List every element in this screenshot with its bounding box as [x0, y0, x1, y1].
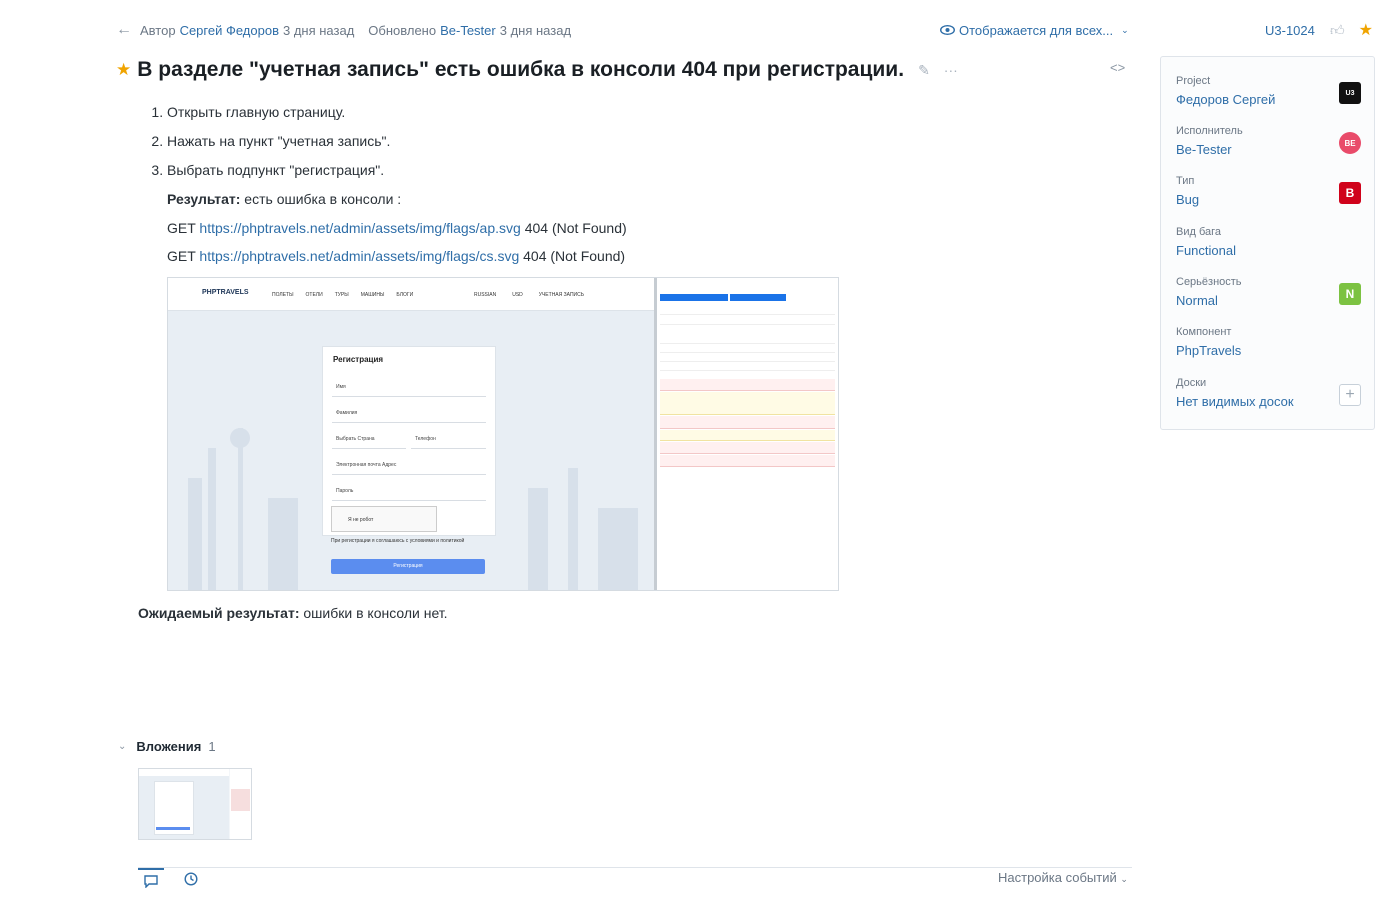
- field-label: Исполнитель: [1176, 125, 1243, 137]
- chevron-down-icon: ⌄: [118, 740, 127, 752]
- field-project: Project Федоров Сергей: [1176, 75, 1366, 107]
- shot-field: Телефон: [411, 429, 486, 449]
- field-value[interactable]: Normal: [1176, 293, 1366, 308]
- field-assignee: Исполнитель Be-Tester: [1176, 125, 1366, 157]
- field-label: Вид бага: [1176, 226, 1222, 238]
- issue-title-row: ★ В разделе "учетная запись" есть ошибка…: [116, 55, 1136, 85]
- issue-description: Открыть главную страницу. Нажать на пунк…: [138, 100, 1138, 635]
- shot-field: Выбрать Страна: [332, 429, 406, 449]
- eye-icon: [940, 25, 955, 35]
- field-label: Доски: [1176, 377, 1207, 389]
- result-label: Результат:: [167, 191, 241, 207]
- add-board-icon[interactable]: +: [1339, 384, 1361, 406]
- chevron-down-icon: ⌄: [1120, 874, 1128, 884]
- field-value[interactable]: Functional: [1176, 243, 1366, 258]
- issue-fields-sidebar: Project Федоров Сергей U3 Исполнитель Be…: [1160, 56, 1375, 430]
- issue-id[interactable]: U3-1024: [1265, 18, 1315, 42]
- updater-link[interactable]: Be-Tester: [440, 23, 496, 38]
- chevron-down-icon: ⌄: [1121, 24, 1129, 35]
- expected-result: Ожидаемый результат: ошибки в консоли не…: [138, 605, 1138, 621]
- type-badge: B: [1339, 182, 1361, 204]
- error-line: GET https://phptravels.net/admin/assets/…: [167, 244, 1138, 273]
- issue-title[interactable]: В разделе "учетная запись" есть ошибка в…: [137, 58, 904, 82]
- step-item: Нажать на пункт "учетная запись".: [167, 129, 1138, 158]
- author-time: 3 дня назад: [282, 22, 355, 38]
- updated-prefix: Обновлено: [368, 22, 437, 38]
- edit-pencil-icon[interactable]: ✎: [918, 62, 930, 79]
- shot-form-title: Регистрация: [333, 354, 384, 364]
- field-value[interactable]: Федоров Сергей: [1176, 92, 1366, 107]
- field-value[interactable]: Bug: [1176, 192, 1366, 207]
- star-icon[interactable]: ★: [116, 60, 131, 80]
- expected-text: ошибки в консоли нет.: [299, 604, 448, 621]
- expected-label: Ожидаемый результат:: [138, 604, 300, 621]
- result-text: есть ошибка в консоли :: [240, 191, 402, 207]
- event-settings-dropdown[interactable]: Настройка событий ⌄: [998, 870, 1128, 885]
- attachments-header[interactable]: ⌄ Вложения 1: [118, 736, 216, 756]
- result-line: Результат: есть ошибка в консоли :: [167, 187, 1138, 216]
- error-method: GET: [167, 248, 200, 264]
- shot-submit: Регистрация: [331, 558, 485, 574]
- error-method: GET: [167, 219, 200, 236]
- severity-badge: N: [1339, 283, 1361, 305]
- field-value[interactable]: Be-Tester: [1176, 142, 1366, 157]
- step-item: Выбрать подпункт "регистрация".: [167, 158, 1138, 187]
- error-url-link[interactable]: https://phptravels.net/admin/assets/img/…: [199, 248, 519, 264]
- shot-devtools: [657, 277, 838, 590]
- error-url-link[interactable]: https://phptravels.net/admin/assets/img/…: [199, 220, 520, 236]
- visibility-dropdown[interactable]: Отображается для всех... ⌄: [940, 18, 1129, 42]
- project-badge: U3: [1339, 82, 1361, 104]
- error-status: 404 (Not Found): [520, 219, 627, 236]
- steps-list: Открыть главную страницу. Нажать на пунк…: [138, 100, 1138, 187]
- error-status: 404 (Not Found): [519, 248, 626, 264]
- issue-meta-bar: ← Автор Сергей Федоров 3 дня назад Обнов…: [116, 18, 1397, 42]
- history-tab-icon[interactable]: [178, 868, 204, 890]
- thumbs-up-icon[interactable]: 👍︎: [1330, 22, 1345, 39]
- shot-terms: При регистрации я соглашаюсь с условиями…: [331, 537, 465, 544]
- field-label: Компонент: [1176, 326, 1232, 338]
- field-label: Тип: [1176, 175, 1195, 187]
- visibility-label: Отображается для всех...: [959, 22, 1114, 38]
- attachment-thumbnail[interactable]: [138, 768, 252, 840]
- shot-field: Фамилия: [332, 403, 486, 423]
- field-severity: Серьёзность Normal: [1176, 276, 1366, 308]
- field-label: Project: [1176, 75, 1211, 87]
- shot-website: PHPTRAVELS ПОЛЕТЫ ОТЕЛИ ТУРЫ МАШИНЫ БЛОГ…: [168, 277, 656, 590]
- field-component: Компонент PhpTravels: [1176, 326, 1366, 358]
- shot-field: Электронная почта Адрес: [332, 455, 486, 475]
- field-bug-kind: Вид бага Functional: [1176, 226, 1366, 258]
- attachments-count: 1: [208, 738, 216, 754]
- avatar: BE: [1339, 132, 1361, 154]
- shot-field: Имя: [332, 377, 486, 397]
- field-label: Серьёзность: [1176, 276, 1242, 288]
- code-toggle-icon[interactable]: <>: [1110, 60, 1125, 75]
- author-prefix: Автор: [140, 22, 176, 38]
- star-icon[interactable]: ★: [1359, 20, 1373, 40]
- attachments-label: Вложения: [136, 738, 202, 754]
- back-arrow-icon[interactable]: ←: [116, 21, 132, 39]
- field-value[interactable]: PhpTravels: [1176, 343, 1366, 358]
- comments-tab-icon[interactable]: [138, 868, 164, 892]
- updated-time: 3 дня назад: [499, 22, 572, 38]
- event-settings-label: Настройка событий: [998, 870, 1117, 885]
- step-item: Открыть главную страницу.: [167, 100, 1138, 129]
- field-type: Тип Bug: [1176, 175, 1366, 207]
- more-dots-icon[interactable]: ···: [944, 62, 958, 79]
- field-boards: Доски Нет видимых досок: [1176, 377, 1366, 409]
- embedded-screenshot[interactable]: PHPTRAVELS ПОЛЕТЫ ОТЕЛИ ТУРЫ МАШИНЫ БЛОГ…: [167, 276, 839, 591]
- shot-field: Пароль: [332, 481, 486, 501]
- field-value[interactable]: Нет видимых досок: [1176, 394, 1366, 409]
- error-line: GET https://phptravels.net/admin/assets/…: [167, 216, 1138, 245]
- author-link[interactable]: Сергей Федоров: [180, 23, 279, 38]
- shot-captcha: Я не робот: [331, 505, 437, 532]
